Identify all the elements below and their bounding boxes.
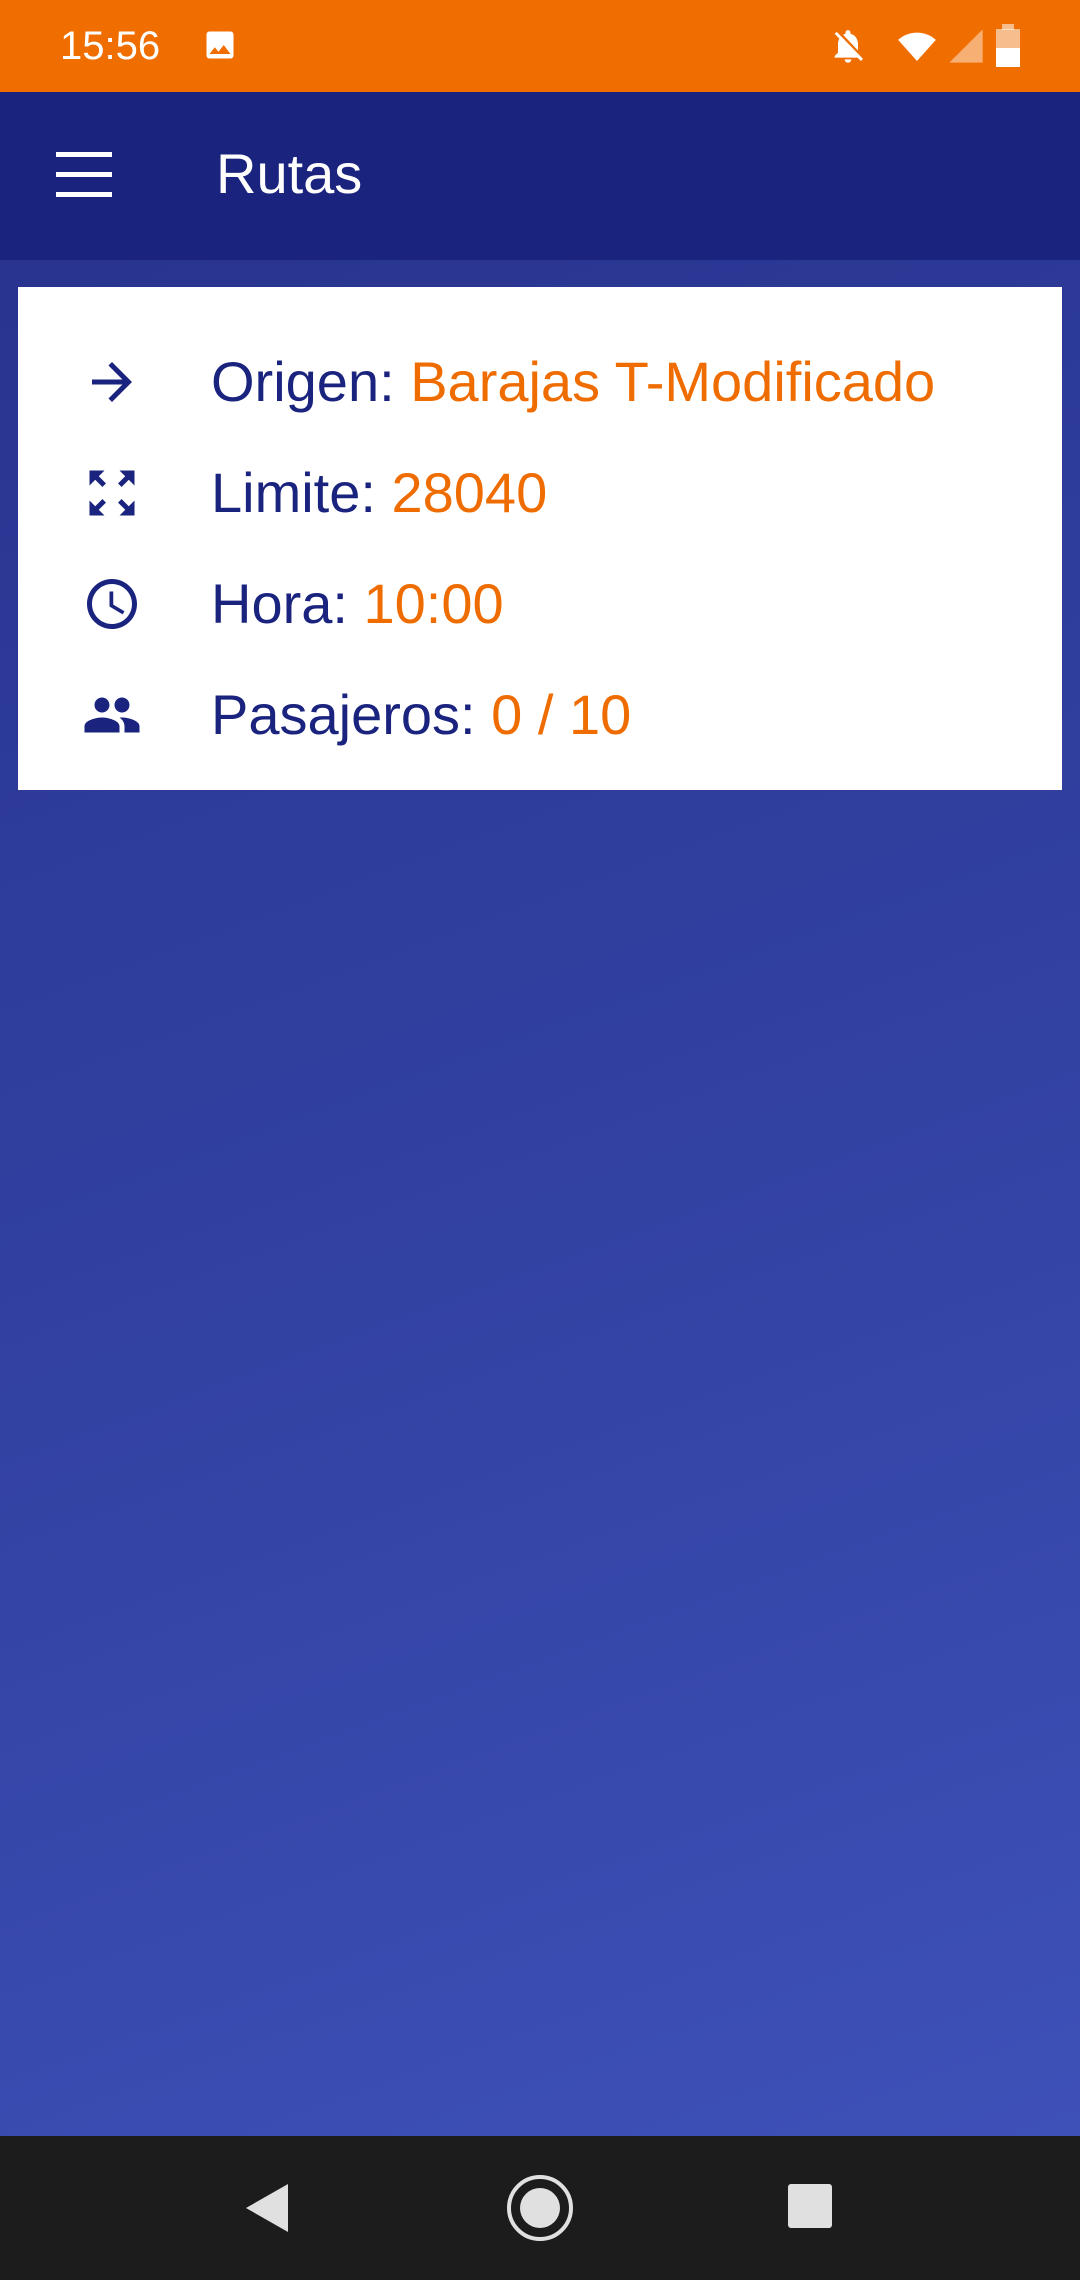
- route-row-text: Hora: 10:00: [211, 572, 504, 636]
- origin-value: Barajas T-Modificado: [410, 350, 936, 413]
- back-icon[interactable]: [240, 2180, 294, 2236]
- status-bar: 15:56: [0, 0, 1080, 92]
- passengers-label: Pasajeros:: [211, 683, 476, 746]
- notifications-off-icon: [834, 30, 863, 63]
- route-row-limit: Limite: 28040: [18, 447, 1062, 537]
- origin-label: Origen:: [211, 350, 395, 413]
- route-row-text: Limite: 28040: [211, 461, 547, 525]
- zoom-out-map-icon: [89, 470, 135, 516]
- image-icon: [206, 31, 234, 59]
- route-row-text: Origen: Barajas T-Modificado: [211, 350, 935, 414]
- page-title: Rutas: [216, 142, 363, 205]
- limit-value: 28040: [391, 461, 548, 524]
- wifi-icon: [898, 32, 936, 61]
- limit-label: Limite:: [211, 461, 376, 524]
- cell-signal-icon: [949, 29, 983, 63]
- clock-icon: [87, 579, 137, 629]
- route-row-text: Pasajeros: 0 / 10: [211, 683, 631, 747]
- route-card[interactable]: Origen: Barajas T-Modificado Limite: 280…: [18, 287, 1062, 790]
- app-bar: Rutas: [0, 92, 1080, 260]
- route-row-passengers: Pasajeros: 0 / 10: [18, 669, 1062, 759]
- status-time: 15:56: [60, 24, 161, 68]
- battery-icon: [996, 24, 1020, 67]
- people-icon: [84, 697, 140, 733]
- passengers-value: 0 / 10: [491, 683, 632, 746]
- time-label: Hora:: [211, 572, 348, 635]
- home-icon[interactable]: [506, 2174, 574, 2242]
- time-value: 10:00: [363, 572, 504, 635]
- route-row-time: Hora: 10:00: [18, 558, 1062, 648]
- recents-icon[interactable]: [786, 2182, 834, 2230]
- menu-icon[interactable]: [44, 136, 124, 216]
- route-row-origin: Origen: Barajas T-Modificado: [18, 336, 1062, 426]
- system-nav-bar: [0, 2136, 1080, 2280]
- main-content: Origen: Barajas T-Modificado Limite: 280…: [0, 260, 1080, 2136]
- arrow-forward-icon: [92, 362, 132, 402]
